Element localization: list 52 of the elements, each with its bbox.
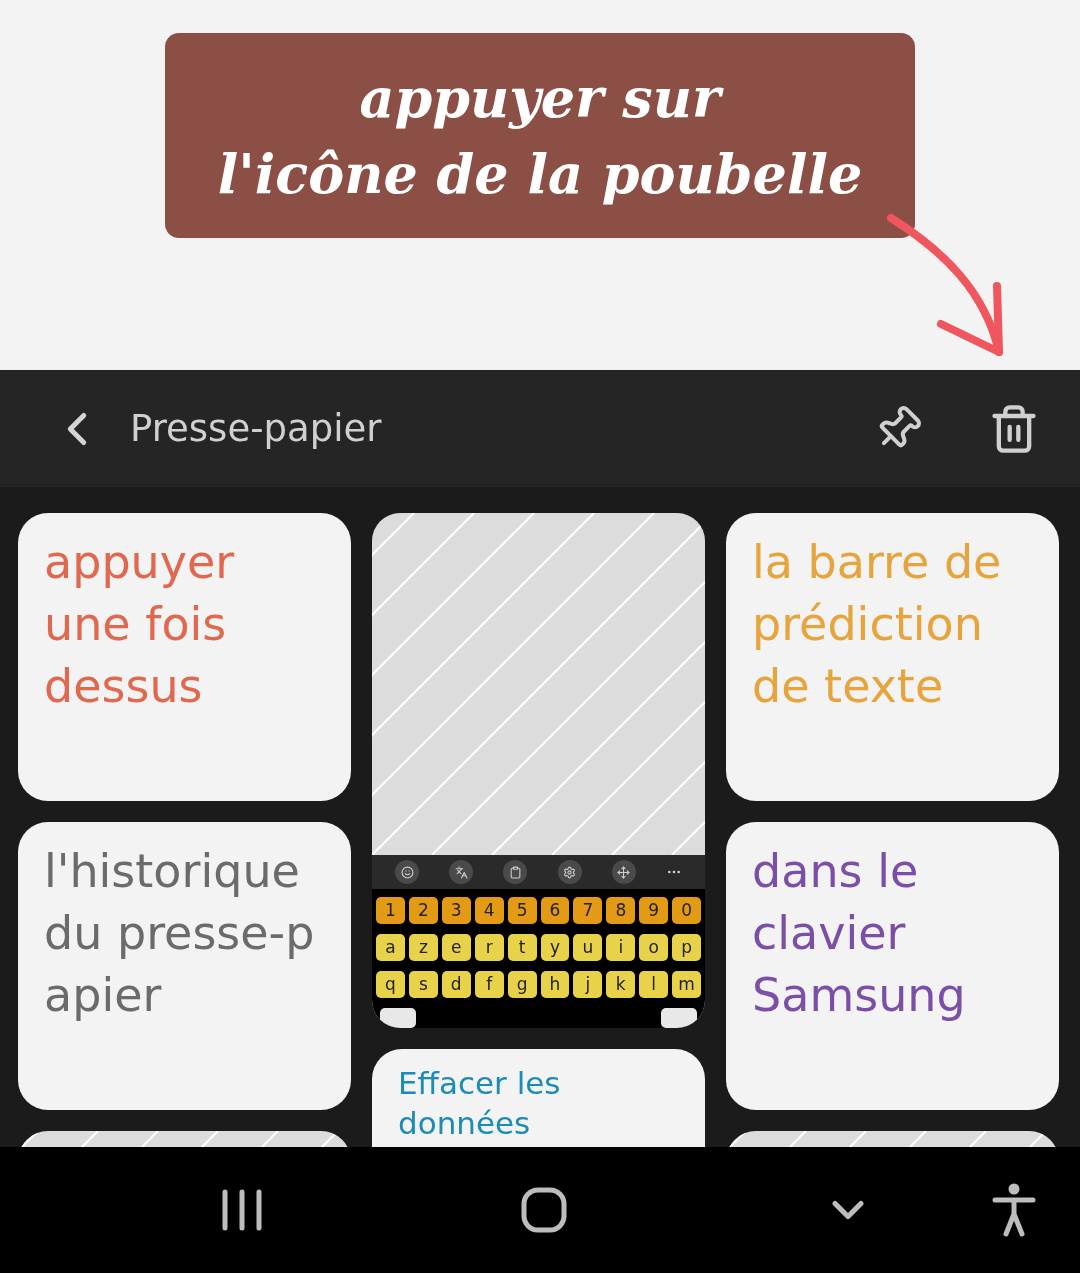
clip-text: l'historique du presse-p apier [44,843,316,1024]
clip-card[interactable]: appuyer une fois dessus [18,513,351,801]
keyboard-key: 8 [606,897,636,924]
toolbar-icon [395,860,420,884]
toolbar-icon [449,860,474,884]
header-title: Presse-papier [130,405,383,452]
toolbar-icon [503,860,528,884]
clip-text: appuyer une fois dessus [44,534,236,715]
keyboard-key: k [606,971,636,998]
keyboard-key: 4 [474,897,504,924]
clip-text: Effacer les données [398,1064,562,1143]
keyboard-key: z [408,934,438,961]
keyboard-key: d [441,971,471,998]
keyboard-key: o [639,934,669,961]
keyboard-key: g [507,971,537,998]
clip-card[interactable]: l'historique du presse-p apier [18,822,351,1110]
keyboard-key: 0 [672,897,702,924]
accessibility-icon[interactable] [992,1183,1036,1237]
recent-apps-icon[interactable] [220,1188,264,1232]
keyboard-key: y [540,934,570,961]
keyboard-key: m [672,971,702,998]
keyboard-key: 1 [376,897,405,924]
keyboard-key: 9 [639,897,669,924]
banner-text: l'icône de la poubelle [217,140,863,208]
keyboard-key: e [441,934,471,961]
keyboard-key: j [573,971,603,998]
keyboard-key: 5 [507,897,537,924]
keyboard-key: r [474,934,504,961]
keyboard-key: 7 [573,897,603,924]
keyboard-key: f [474,971,504,998]
clip-card[interactable]: la barre de prédiction de texte [726,513,1059,801]
keyboard-key: q [376,971,405,998]
keyboard-key: 6 [540,897,570,924]
shift-key [380,1008,416,1028]
keyboard-key: s [408,971,438,998]
keyboard-key: u [573,934,603,961]
keyboard-key: 2 [408,897,438,924]
clip-text: la barre de prédiction de texte [752,534,1003,715]
clip-card[interactable]: dans le clavier Samsung [726,822,1059,1110]
home-icon[interactable] [520,1186,568,1234]
backspace-key [661,1008,697,1028]
keyboard-key: t [507,934,537,961]
toolbar-icon [611,860,636,884]
keyboard-key: h [540,971,570,998]
keyboard-key: i [606,934,636,961]
clip-text: dans le clavier Samsung [752,843,967,1024]
keyboard-key: a [376,934,405,961]
toolbar-icon [557,860,582,884]
keyboard-key: p [672,934,702,961]
clip-card[interactable]: Effacer les données [372,1049,705,1147]
keyboard-key: 3 [441,897,471,924]
keyboard-key: l [639,971,669,998]
